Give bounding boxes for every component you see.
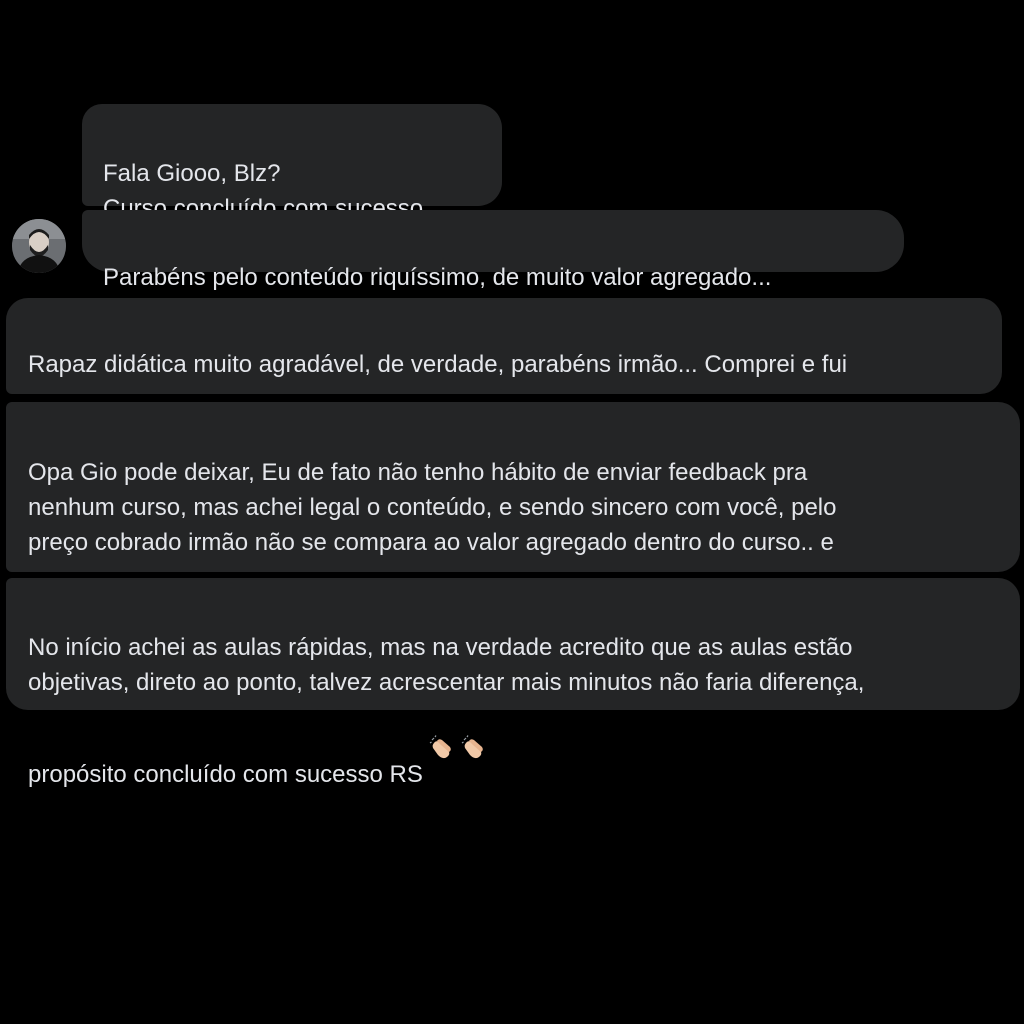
message-text: Parabéns pelo conteúdo riquíssimo, de mu… [103,264,772,291]
message-bubble[interactable]: Rapaz didática muito agradável, de verda… [6,298,1002,470]
clapping-hands-icon [429,700,455,759]
message-bubble[interactable]: No início achei as aulas rápidas, mas na… [6,578,1020,788]
sender-avatar[interactable] [12,219,66,273]
clapping-hands-icon [461,700,487,759]
message-bubble[interactable]: Parabéns pelo conteúdo riquíssimo, de mu… [82,210,904,291]
message-bubble[interactable]: Opa Gio pode deixar, Eu de fato não tenh… [6,402,1020,648]
message-bubble[interactable]: Fala Giooo, Blz? Curso concluído com suc… [82,104,502,222]
